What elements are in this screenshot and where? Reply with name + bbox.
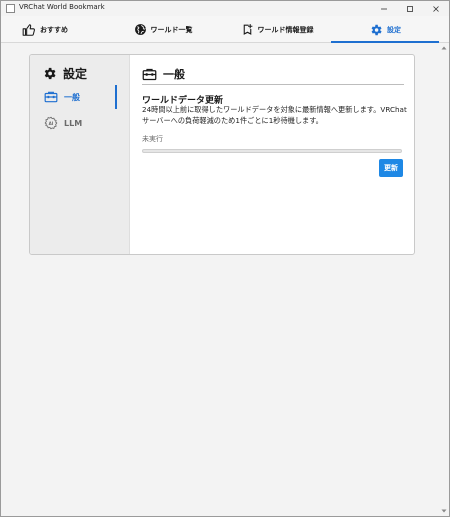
sidebar-item-label: LLM xyxy=(64,118,83,128)
vertical-scrollbar[interactable] xyxy=(440,44,448,515)
world-update-description: 24時間以上前に取得したワールドデータを対象に最新情報へ更新します。VRChat… xyxy=(142,105,407,125)
minimize-icon xyxy=(381,8,387,9)
section-title: 一般 xyxy=(163,68,185,81)
sidebar-item-general[interactable]: 一般 xyxy=(44,90,80,104)
app-icon xyxy=(6,4,15,13)
maximize-icon xyxy=(407,5,413,12)
app-window: VRChat World Bookmark おすすめ ワールド一覧 ワールド情報… xyxy=(0,0,450,517)
svg-text:AI: AI xyxy=(49,121,54,126)
active-tab-indicator xyxy=(331,41,439,43)
chevron-up-icon xyxy=(441,46,447,50)
tab-world-register[interactable]: ワールド情報登録 xyxy=(225,16,329,43)
update-progress-bar xyxy=(142,149,402,153)
thumbs-up-icon xyxy=(22,23,35,36)
tab-world-list[interactable]: ワールド一覧 xyxy=(113,16,213,43)
title-bar: VRChat World Bookmark xyxy=(1,1,449,16)
globe-icon xyxy=(134,24,146,35)
tab-recommended[interactable]: おすすめ xyxy=(5,16,85,43)
section-header: 一般 xyxy=(142,65,404,83)
main-tab-bar: おすすめ ワールド一覧 ワールド情報登録 設定 xyxy=(1,16,449,43)
settings-panel: 設定 一般 AI LLM 一般 ワールドデータ更新 24時間以上前に取得したワー… xyxy=(29,54,415,255)
tab-label: ワールド情報登録 xyxy=(257,25,314,34)
close-button[interactable] xyxy=(423,1,449,16)
general-settings-content: 一般 ワールドデータ更新 24時間以上前に取得したワールドデータを対象に最新情報… xyxy=(130,55,414,254)
update-button[interactable]: 更新 xyxy=(379,159,403,177)
sidebar-active-indicator xyxy=(115,85,117,109)
window-title: VRChat World Bookmark xyxy=(19,3,105,11)
toolbox-icon xyxy=(44,91,58,103)
tab-label: 設定 xyxy=(387,25,401,34)
close-icon xyxy=(433,5,439,12)
settings-sidebar: 設定 一般 AI LLM xyxy=(30,55,130,254)
scroll-down-button[interactable] xyxy=(440,507,448,515)
tab-label: おすすめ xyxy=(40,25,68,34)
settings-title-label: 設定 xyxy=(63,66,88,81)
sidebar-item-llm[interactable]: AI LLM xyxy=(44,116,82,130)
settings-title: 設定 xyxy=(42,65,87,81)
section-divider xyxy=(142,84,404,85)
scroll-up-button[interactable] xyxy=(440,44,448,52)
chevron-down-icon xyxy=(441,509,447,513)
gear-icon xyxy=(44,67,56,79)
maximize-button[interactable] xyxy=(397,1,423,16)
ai-icon: AI xyxy=(44,116,58,130)
update-status: 未実行 xyxy=(142,135,163,143)
gear-icon xyxy=(371,24,382,35)
toolbox-icon xyxy=(142,68,157,80)
sidebar-item-label: 一般 xyxy=(64,92,80,102)
tab-settings[interactable]: 設定 xyxy=(337,16,433,43)
minimize-button[interactable] xyxy=(371,1,397,16)
tab-label: ワールド一覧 xyxy=(150,25,193,34)
bookmark-add-icon xyxy=(243,24,252,35)
